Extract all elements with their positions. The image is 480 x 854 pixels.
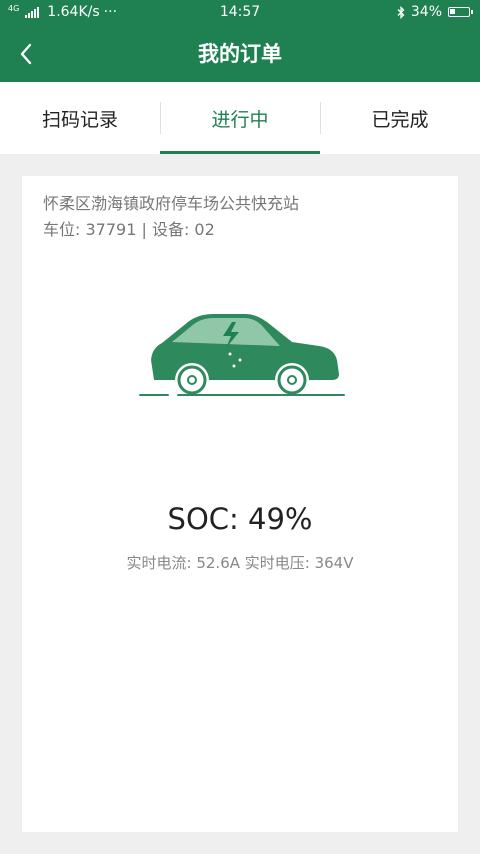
charging-car-icon — [139, 314, 345, 397]
battery-percent: 34% — [410, 4, 442, 20]
order-tabs: 扫码记录 进行中 已完成 — [0, 82, 480, 154]
top-bar: 4G 1.64K/s ··· 14:57 34% 我的订单 — [0, 0, 480, 82]
tab-in-progress[interactable]: 进行中 — [160, 82, 320, 154]
realtime-metrics: 实时电流: 52.6A 实时电压: 364V — [126, 554, 354, 572]
status-bar: 4G 1.64K/s ··· 14:57 34% — [0, 0, 480, 26]
spot-info: 车位: 37791 | 设备: 02 — [43, 220, 215, 239]
back-button[interactable] — [6, 26, 46, 82]
order-card: 怀柔区渤海镇政府停车场公共快充站 车位: 37791 | 设备: 02 SOC:… — [22, 176, 458, 832]
station-name: 怀柔区渤海镇政府停车场公共快充站 — [43, 194, 300, 213]
bluetooth-icon — [397, 5, 405, 19]
soc-value: SOC: 49% — [167, 502, 313, 536]
page-title: 我的订单 — [198, 42, 282, 66]
battery-icon — [448, 7, 473, 17]
nav-bar: 我的订单 — [0, 26, 480, 82]
tab-completed[interactable]: 已完成 — [320, 82, 480, 154]
tab-scan-records[interactable]: 扫码记录 — [0, 82, 160, 154]
status-right: 34% — [397, 4, 473, 20]
chevron-left-icon — [20, 43, 32, 65]
